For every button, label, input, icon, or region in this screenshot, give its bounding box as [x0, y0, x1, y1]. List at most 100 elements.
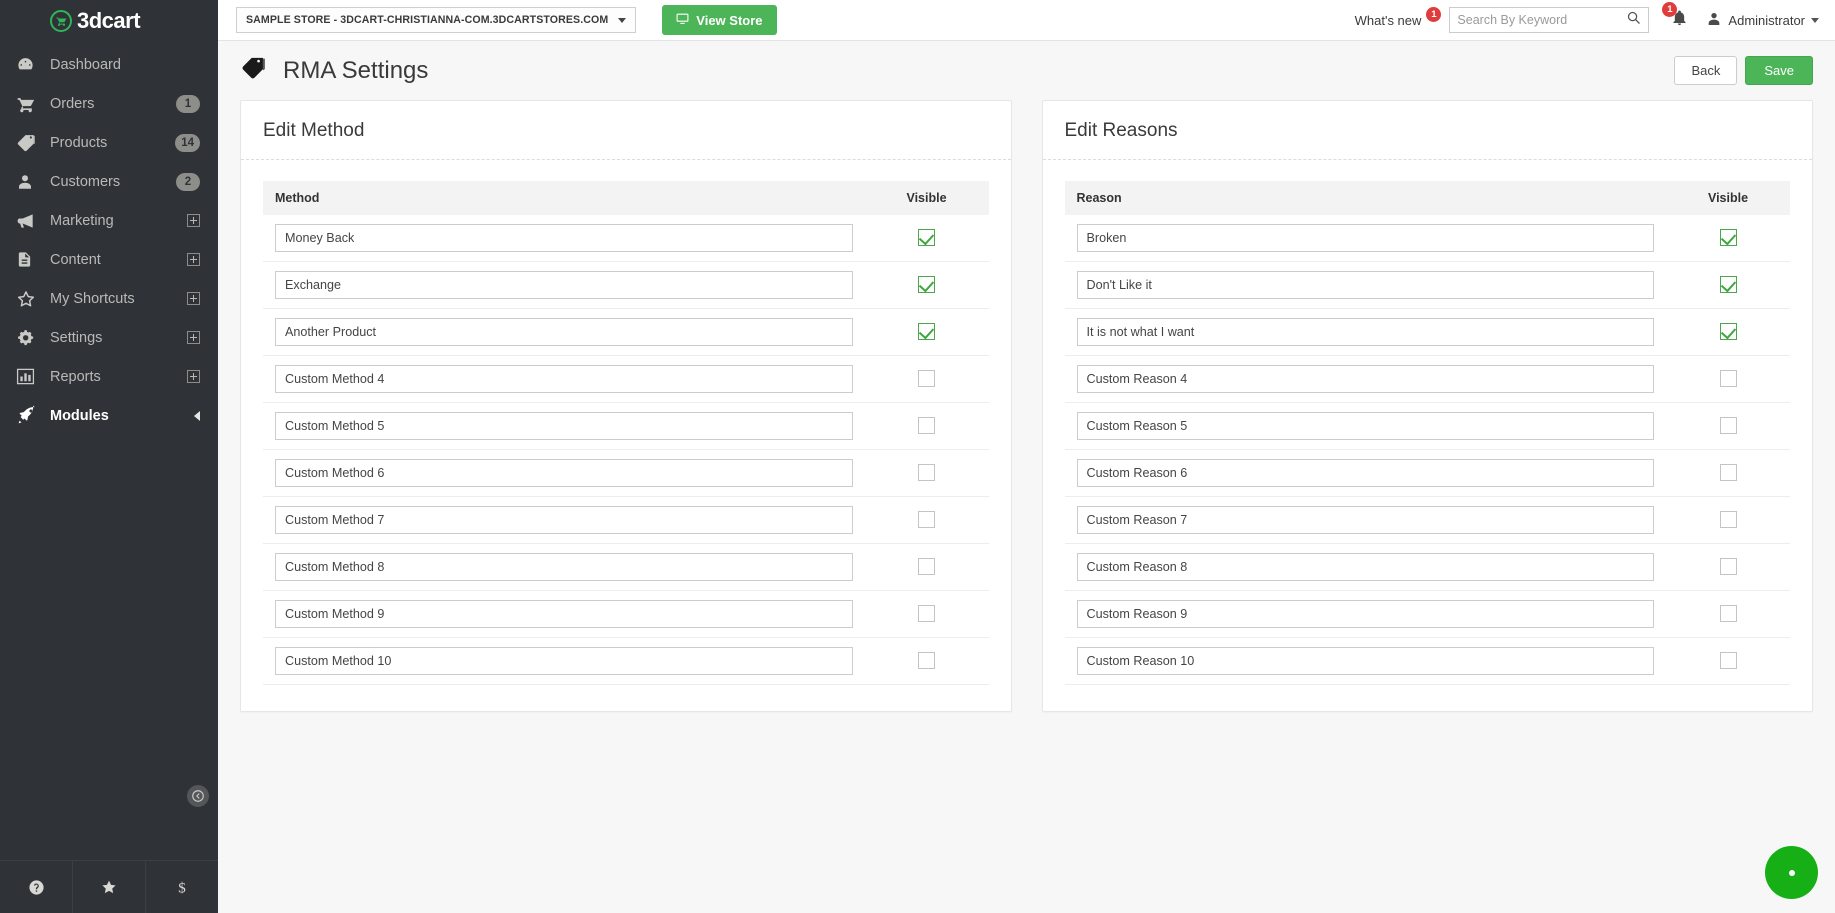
sidebar-item-customers[interactable]: Customers 2: [0, 162, 218, 201]
save-button[interactable]: Save: [1745, 56, 1813, 85]
method-input[interactable]: [275, 459, 853, 487]
user-name-label: Administrator: [1728, 12, 1805, 28]
cell-reason: [1064, 496, 1666, 544]
table-header-row: Method Visible: [263, 181, 989, 215]
cell-method: [263, 543, 865, 591]
method-input[interactable]: [275, 506, 853, 534]
reason-input[interactable]: [1076, 506, 1654, 534]
visible-checkbox[interactable]: [1719, 229, 1737, 247]
visible-checkbox[interactable]: [918, 558, 935, 576]
visible-checkbox[interactable]: [1719, 511, 1737, 529]
back-button[interactable]: Back: [1674, 56, 1738, 85]
expand-icon[interactable]: [187, 331, 200, 344]
table-row: [263, 590, 989, 638]
store-selector-label: SAMPLE STORE - 3DCART-CHRISTIANNA-COM.3D…: [246, 14, 609, 26]
chat-bubble-icon[interactable]: [1765, 846, 1818, 899]
visible-checkbox[interactable]: [918, 370, 935, 388]
sidebar-item-my-shortcuts[interactable]: My Shortcuts: [0, 279, 218, 318]
reason-input[interactable]: [1076, 224, 1654, 252]
visible-checkbox[interactable]: [918, 511, 935, 529]
sidebar-item-reports[interactable]: Reports: [0, 357, 218, 396]
search-box[interactable]: [1449, 7, 1650, 33]
reason-input[interactable]: [1076, 271, 1654, 299]
sidebar-item-content[interactable]: Content: [0, 240, 218, 279]
method-input[interactable]: [275, 553, 853, 581]
visible-checkbox[interactable]: [918, 605, 935, 623]
visible-checkbox[interactable]: [918, 276, 935, 294]
visible-checkbox[interactable]: [1719, 370, 1737, 388]
sidebar-item-settings[interactable]: Settings: [0, 318, 218, 357]
collapse-caret-icon[interactable]: [194, 410, 200, 421]
expand-icon[interactable]: [187, 292, 200, 305]
brand-name: 3dcart: [77, 7, 141, 33]
method-input[interactable]: [275, 647, 853, 675]
visible-checkbox[interactable]: [1719, 323, 1737, 341]
table-row: [1064, 308, 1790, 356]
cell-visible: [864, 449, 989, 497]
sidebar-collapse-toggle[interactable]: [187, 785, 209, 807]
cell-visible: [864, 402, 989, 450]
sidebar-item-dashboard[interactable]: Dashboard: [0, 45, 218, 84]
sidebar-badge-products: 14: [175, 133, 200, 152]
edit-reasons-panel: Edit Reasons Reason Visible: [1041, 100, 1813, 712]
page-header-actions: Back Save: [1674, 56, 1813, 85]
sidebar-item-products[interactable]: Products 14: [0, 123, 218, 162]
reason-input[interactable]: [1076, 318, 1654, 346]
sidebar-bottom-bar: $: [0, 860, 218, 913]
svg-text:$: $: [178, 880, 186, 896]
method-input[interactable]: [275, 224, 853, 252]
method-input[interactable]: [275, 412, 853, 440]
search-icon[interactable]: [1626, 10, 1641, 30]
visible-checkbox[interactable]: [918, 464, 935, 482]
cell-visible: [1666, 496, 1790, 544]
search-input[interactable]: [1457, 13, 1627, 27]
document-icon: [16, 250, 44, 270]
notifications-button[interactable]: 1: [1662, 1, 1688, 32]
sidebar-item-modules[interactable]: Modules: [0, 396, 218, 435]
shopping-cart-icon: [16, 94, 44, 114]
dollar-icon[interactable]: $: [146, 861, 218, 913]
reason-input[interactable]: [1076, 600, 1654, 628]
store-selector[interactable]: SAMPLE STORE - 3DCART-CHRISTIANNA-COM.3D…: [236, 7, 637, 33]
panel-header: Edit Method: [241, 101, 1011, 160]
method-input[interactable]: [275, 600, 853, 628]
sidebar-item-marketing[interactable]: Marketing: [0, 201, 218, 240]
brand-logo[interactable]: 3dcart: [0, 0, 218, 41]
visible-checkbox[interactable]: [1719, 605, 1737, 623]
cell-method: [263, 637, 865, 685]
fab-dot: [1788, 869, 1795, 876]
expand-icon[interactable]: [187, 253, 200, 266]
panel-body: Reason Visible: [1043, 160, 1813, 685]
method-input[interactable]: [275, 365, 853, 393]
visible-checkbox[interactable]: [918, 229, 935, 247]
reason-input[interactable]: [1076, 647, 1654, 675]
user-menu[interactable]: Administrator: [1706, 11, 1819, 30]
reason-input[interactable]: [1076, 553, 1654, 581]
visible-checkbox[interactable]: [918, 323, 935, 341]
visible-checkbox[interactable]: [918, 652, 935, 670]
cell-reason: [1064, 543, 1666, 591]
visible-checkbox[interactable]: [1719, 652, 1737, 670]
table-head: Reason Visible: [1064, 181, 1790, 215]
reason-input[interactable]: [1076, 459, 1654, 487]
user-icon: [16, 172, 44, 192]
expand-icon[interactable]: [187, 214, 200, 227]
visible-checkbox[interactable]: [918, 417, 935, 435]
star-icon[interactable]: [73, 861, 146, 913]
view-store-button[interactable]: View Store: [662, 5, 777, 35]
expand-icon[interactable]: [187, 370, 200, 383]
cell-visible: [1666, 449, 1790, 497]
sidebar-item-orders[interactable]: Orders 1: [0, 84, 218, 123]
whats-new-link[interactable]: What's new 1: [1355, 6, 1442, 28]
method-input[interactable]: [275, 271, 853, 299]
reason-input[interactable]: [1076, 365, 1654, 393]
reason-input[interactable]: [1076, 412, 1654, 440]
help-question-icon[interactable]: [0, 861, 73, 913]
visible-checkbox[interactable]: [1719, 276, 1737, 294]
visible-checkbox[interactable]: [1719, 464, 1737, 482]
cell-visible: [864, 543, 989, 591]
visible-checkbox[interactable]: [1719, 558, 1737, 576]
tag-icon: [240, 55, 267, 87]
visible-checkbox[interactable]: [1719, 417, 1737, 435]
method-input[interactable]: [275, 318, 853, 346]
